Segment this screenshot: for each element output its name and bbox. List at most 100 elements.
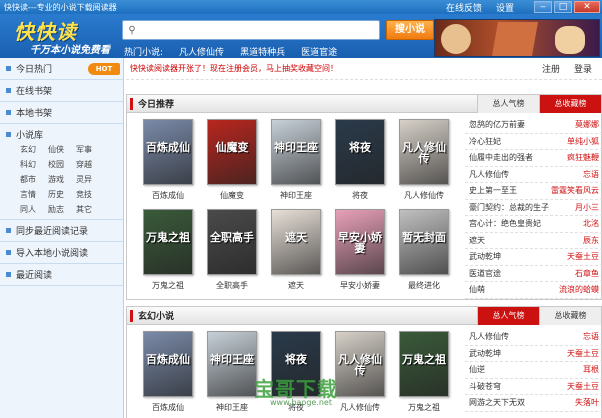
- ranking-row[interactable]: 武动乾坤 天蚕土豆: [465, 249, 602, 266]
- ranking-author[interactable]: 辰东: [583, 235, 599, 246]
- book-title[interactable]: 遮天: [288, 280, 304, 291]
- genre-link[interactable]: 玄幻: [20, 144, 46, 155]
- book-title[interactable]: 万鬼之祖: [408, 402, 440, 413]
- ranking-author[interactable]: 雷霆笑看风云: [551, 185, 599, 196]
- hot-word-link[interactable]: 黑道特种兵: [240, 45, 285, 58]
- genre-link[interactable]: 言情: [20, 189, 46, 200]
- ranking-author[interactable]: 耳根: [583, 364, 599, 375]
- ranking-author[interactable]: 北洺: [583, 218, 599, 229]
- ranking-author[interactable]: 天蚕土豆: [567, 251, 599, 262]
- hot-word-link[interactable]: 凡人修仙传: [179, 45, 224, 58]
- ranking-author[interactable]: 疯狂魅鞭: [567, 152, 599, 163]
- ranking-book-name[interactable]: 忽鸹的亿万前妻: [469, 119, 575, 130]
- register-link[interactable]: 注册: [542, 62, 560, 75]
- ranking-author[interactable]: 莫娜娜: [575, 119, 599, 130]
- ranking-row[interactable]: 网游之天下无双 失落叶: [465, 395, 602, 412]
- sidebar-item-sync-history[interactable]: 同步最近阅读记录: [0, 220, 123, 242]
- genre-link[interactable]: 游戏: [48, 174, 74, 185]
- ranking-row[interactable]: 冷心狂妃 单纯小狐: [465, 134, 602, 150]
- ranking-row[interactable]: 武动乾坤 天蚕土豆: [465, 346, 602, 362]
- genre-link[interactable]: 仙侠: [48, 144, 74, 155]
- book-title[interactable]: 万鬼之祖: [152, 280, 184, 291]
- book-cover[interactable]: 万鬼之祖: [399, 331, 449, 397]
- book-cover[interactable]: 凡人修仙传: [335, 331, 385, 397]
- ranking-author[interactable]: 石章鱼: [575, 268, 599, 279]
- ranking-book-name[interactable]: 凡人修仙传: [469, 169, 583, 180]
- book-title[interactable]: 神印王座: [216, 402, 248, 413]
- book-cover[interactable]: 将夜: [335, 119, 385, 185]
- ranking-row[interactable]: 忽鸹的亿万前妻 莫娜娜: [465, 117, 602, 134]
- book-item[interactable]: 全职高手 全职高手: [205, 209, 259, 291]
- book-title[interactable]: 早安小娇妻: [340, 280, 380, 291]
- book-item[interactable]: 遮天 遮天: [269, 209, 323, 291]
- book-title[interactable]: 将夜: [352, 190, 368, 201]
- sidebar-item-import-local[interactable]: 导入本地小说阅读: [0, 242, 123, 264]
- ranking-row[interactable]: 凡人修仙传 忘语: [465, 329, 602, 346]
- ranking-row[interactable]: 遮天 辰东: [465, 233, 602, 249]
- book-item[interactable]: 早安小娇妻 早安小娇妻: [333, 209, 387, 291]
- tab-favorites[interactable]: 总收藏榜: [539, 95, 601, 113]
- book-title[interactable]: 凡人修仙传: [340, 402, 380, 413]
- book-item[interactable]: 凡人修仙传 凡人修仙传: [333, 331, 387, 413]
- book-item[interactable]: 百炼成仙 百炼成仙: [141, 331, 195, 413]
- ranking-author[interactable]: 天蚕土豆: [567, 381, 599, 392]
- book-item[interactable]: 百炼成仙 百炼成仙: [141, 119, 195, 201]
- ranking-row[interactable]: 医道官途 石章鱼: [465, 266, 602, 282]
- book-title[interactable]: 百炼成仙: [152, 190, 184, 201]
- search-button[interactable]: 搜小说: [386, 20, 434, 40]
- book-item[interactable]: 神印王座 神印王座: [205, 331, 259, 413]
- ranking-row[interactable]: 豪门契约：总裁的生子 月小三: [465, 200, 602, 216]
- ranking-book-name[interactable]: 武动乾坤: [469, 251, 567, 262]
- genre-link[interactable]: 励志: [48, 204, 74, 215]
- ranking-book-name[interactable]: 医道官途: [469, 268, 575, 279]
- ranking-row[interactable]: 斗破苍穹 天蚕土豆: [465, 379, 602, 395]
- genre-link[interactable]: 都市: [20, 174, 46, 185]
- book-title[interactable]: 全职高手: [216, 280, 248, 291]
- book-item[interactable]: 万鬼之祖 万鬼之祖: [397, 331, 451, 413]
- ranking-row[interactable]: 仙履中走出的强者 疯狂魅鞭: [465, 150, 602, 167]
- ranking-book-name[interactable]: 仙履中走出的强者: [469, 152, 567, 163]
- book-item[interactable]: 万鬼之祖 万鬼之祖: [141, 209, 195, 291]
- login-link[interactable]: 登录: [574, 62, 592, 75]
- ranking-book-name[interactable]: 遮天: [469, 235, 583, 246]
- minimize-button[interactable]: ‒: [534, 1, 552, 13]
- book-item[interactable]: 暂无封面 最终进化: [397, 209, 451, 291]
- ranking-book-name[interactable]: 仙逆: [469, 364, 583, 375]
- ranking-author[interactable]: 失落叶: [575, 397, 599, 408]
- book-cover[interactable]: 遮天: [271, 209, 321, 275]
- book-item[interactable]: 神印王座 神印王座: [269, 119, 323, 201]
- genre-link[interactable]: 其它: [76, 204, 102, 215]
- book-cover[interactable]: 百炼成仙: [143, 331, 193, 397]
- book-title[interactable]: 凡人修仙传: [404, 190, 444, 201]
- feedback-link[interactable]: 在线反馈: [446, 1, 482, 14]
- book-item[interactable]: 将夜 将夜: [333, 119, 387, 201]
- ad-banner[interactable]: [434, 19, 600, 57]
- book-cover[interactable]: 暂无封面: [399, 209, 449, 275]
- genre-link[interactable]: 穿越: [76, 159, 102, 170]
- genre-link[interactable]: 校园: [48, 159, 74, 170]
- ranking-row[interactable]: 仙萌 流浪的蛤蟆: [465, 282, 602, 299]
- sidebar-item-recent-reading[interactable]: 最近阅读: [0, 264, 123, 286]
- sidebar-item-today-hot[interactable]: 今日热门 HOT: [0, 58, 123, 80]
- genre-link[interactable]: 竞技: [76, 189, 102, 200]
- book-cover[interactable]: 神印王座: [207, 331, 257, 397]
- search-input[interactable]: [141, 22, 379, 38]
- ranking-row[interactable]: 仙逆 耳根: [465, 362, 602, 379]
- ranking-author[interactable]: 天蚕土豆: [567, 348, 599, 359]
- ranking-row[interactable]: 史上第一至王 雷霆笑看风云: [465, 183, 602, 200]
- book-item[interactable]: 凡人修仙传 凡人修仙传: [397, 119, 451, 201]
- ranking-author[interactable]: 流浪的蛤蟆: [559, 284, 599, 295]
- genre-link[interactable]: 历史: [48, 189, 74, 200]
- ranking-row[interactable]: 凡人修仙传 忘语: [465, 167, 602, 183]
- tab-popularity[interactable]: 总人气榜: [477, 95, 539, 113]
- ranking-book-name[interactable]: 史上第一至王: [469, 185, 551, 196]
- ranking-book-name[interactable]: 凡人修仙传: [469, 331, 583, 342]
- ranking-book-name[interactable]: 豪门契约：总裁的生子: [469, 202, 575, 213]
- ranking-book-name[interactable]: 斗破苍穹: [469, 381, 567, 392]
- ranking-author[interactable]: 忘语: [583, 169, 599, 180]
- book-title[interactable]: 仙魔变: [220, 190, 244, 201]
- book-cover[interactable]: 凡人修仙传: [399, 119, 449, 185]
- notice-text[interactable]: 快快读阅读器开张了！现在注册会员，马上抽奖收藏空间！: [130, 63, 542, 74]
- genre-link[interactable]: 军事: [76, 144, 102, 155]
- settings-link[interactable]: 设置: [496, 1, 514, 14]
